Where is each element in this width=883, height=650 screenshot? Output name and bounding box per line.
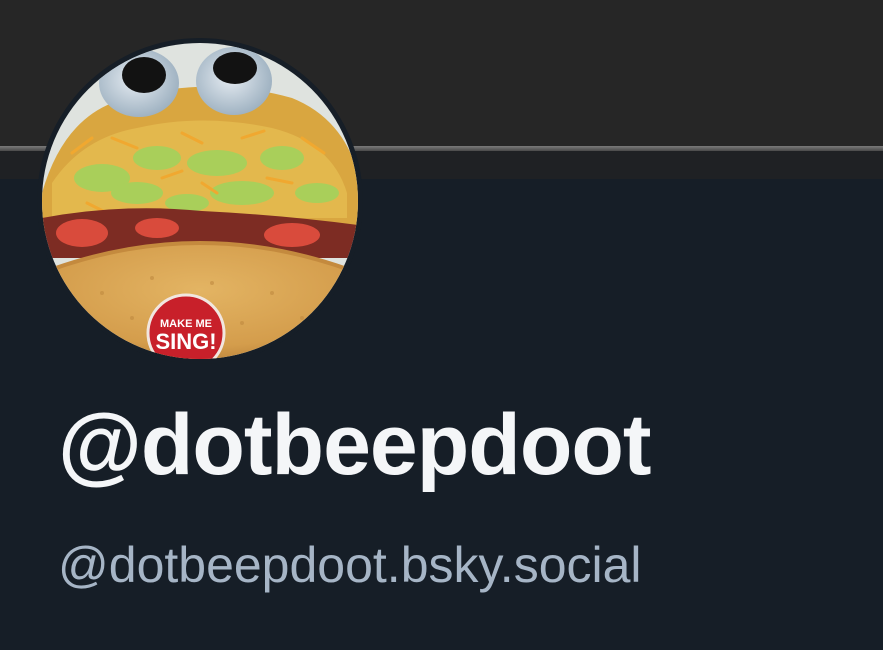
make-me-sing-sticker: MAKE ME SING!	[146, 293, 226, 359]
avatar[interactable]: MAKE ME SING!	[42, 43, 358, 359]
googly-eye-right	[196, 47, 272, 115]
taco-with-googly-eyes-avatar: MAKE ME SING!	[42, 43, 358, 359]
profile-display-name: @dotbeepdoot	[58, 397, 652, 493]
profile-handle: @dotbeepdoot.bsky.social	[58, 537, 642, 593]
svg-text:SING!: SING!	[155, 329, 216, 354]
